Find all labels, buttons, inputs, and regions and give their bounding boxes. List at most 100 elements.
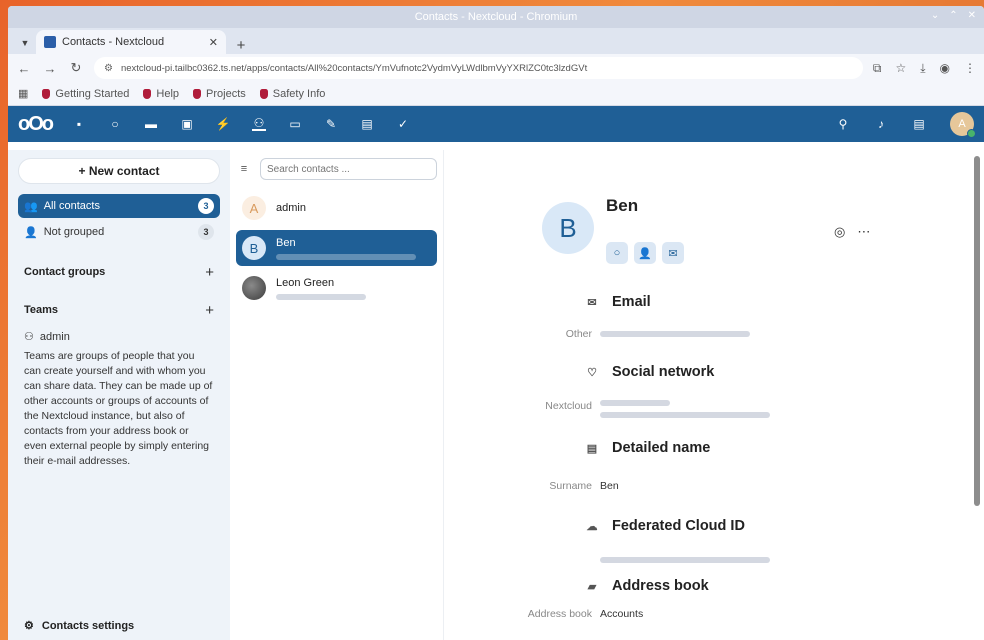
- contact-detail-avatar[interactable]: B: [542, 202, 594, 254]
- sidebar-item-label: All contacts: [43, 200, 100, 212]
- maximize-icon[interactable]: ⌃: [949, 10, 957, 21]
- blurred-cloud-id-value[interactable]: [600, 557, 770, 563]
- translate-icon[interactable]: ⧉: [873, 61, 882, 76]
- browser-window: Contacts - Nextcloud - Chromium ⌄ ⌃ ✕ ▼ …: [8, 6, 984, 640]
- contacts-app-icon[interactable]: ⚇: [252, 116, 266, 131]
- dashboard-icon[interactable]: ▪: [72, 117, 86, 131]
- new-tab-icon[interactable]: +: [230, 37, 252, 54]
- nextcloud-header: oOo ▪ ○ ▬ ▣ ⚡ ⚇ ▭ ✎ ▤ ✓ ⚲ ♪ ▤ A: [8, 106, 984, 142]
- address-book-value[interactable]: Accounts: [600, 608, 643, 620]
- blurred-email: [276, 253, 416, 260]
- mail-icon[interactable]: ✉: [662, 242, 684, 264]
- contact-item-leon-green[interactable]: Leon Green: [236, 270, 437, 306]
- apps-grid-icon[interactable]: ▦: [18, 87, 28, 100]
- contact-item-ben[interactable]: B Ben: [236, 230, 437, 266]
- group-icon: 👥: [24, 200, 38, 213]
- surname-value[interactable]: Ben: [600, 480, 619, 492]
- tab-contacts[interactable]: Contacts - Nextcloud ✕: [36, 30, 226, 54]
- blurred-line: [600, 412, 770, 418]
- bookmark-label: Projects: [206, 87, 246, 100]
- blurred-social-value[interactable]: [600, 400, 770, 418]
- raspberry-icon: [42, 88, 51, 99]
- notifications-icon[interactable]: ♪: [874, 117, 888, 131]
- activity-icon[interactable]: ⚡: [216, 117, 231, 131]
- blurred-email-value[interactable]: [600, 331, 750, 337]
- nextcloud-logo-icon[interactable]: oOo: [18, 113, 54, 136]
- close-tab-icon[interactable]: ✕: [209, 36, 218, 49]
- bookmark-help[interactable]: Help: [143, 88, 179, 100]
- tasks-icon[interactable]: ✓: [396, 117, 410, 131]
- add-team-icon[interactable]: +: [205, 302, 214, 319]
- download-icon[interactable]: ⤓: [920, 61, 925, 76]
- search-input[interactable]: [260, 158, 437, 180]
- deck-icon[interactable]: ▤: [360, 117, 374, 131]
- contact-detail-name[interactable]: Ben: [606, 196, 638, 216]
- add-group-icon[interactable]: +: [205, 264, 214, 281]
- field-label: Surname: [549, 480, 592, 492]
- close-window-icon[interactable]: ✕: [968, 10, 976, 21]
- talk-icon[interactable]: ○: [606, 242, 628, 264]
- forward-icon[interactable]: →: [42, 61, 58, 76]
- profile-icon[interactable]: 👤: [634, 242, 656, 264]
- menu-icon[interactable]: ⋮: [964, 61, 976, 76]
- contacts-menu-icon[interactable]: ▤: [912, 117, 926, 131]
- bookmark-projects[interactable]: Projects: [193, 88, 246, 100]
- photos-icon[interactable]: ▣: [180, 117, 194, 131]
- site-info-icon[interactable]: ⚙: [104, 63, 113, 74]
- contact-groups-section: Contact groups +: [18, 262, 220, 282]
- section-title: Teams: [24, 304, 59, 316]
- search-row: ≡: [236, 158, 437, 180]
- section-title: Detailed name: [612, 440, 711, 456]
- search-app-icon[interactable]: ○: [108, 117, 122, 131]
- url-text: nextcloud-pi.tailbc0362.ts.net/apps/cont…: [120, 62, 588, 74]
- section-title: Contact groups: [24, 266, 106, 278]
- bookmarks-bar: ▦ Getting Started Help Projects Safety I…: [8, 82, 984, 106]
- more-options-icon[interactable]: ⋯: [857, 224, 870, 240]
- section-title: Address book: [612, 578, 709, 594]
- title-bar: Contacts - Nextcloud - Chromium ⌄ ⌃ ✕: [8, 6, 984, 28]
- new-contact-button[interactable]: + New contact: [18, 158, 220, 184]
- profile-icon[interactable]: ◉: [940, 61, 950, 76]
- sidebar-item-not-grouped[interactable]: 👤 Not grouped 3: [18, 220, 220, 244]
- calendar-icon[interactable]: ▭: [288, 117, 302, 131]
- team-item-admin[interactable]: ⚇ admin: [18, 330, 220, 344]
- settings-label: Contacts settings: [41, 619, 135, 632]
- user-avatar[interactable]: A: [950, 112, 976, 138]
- bookmark-star-icon[interactable]: ☆: [895, 61, 906, 76]
- notes-icon[interactable]: ✎: [324, 117, 338, 131]
- window-title: Contacts - Nextcloud - Chromium: [414, 11, 578, 23]
- detail-scrollbar[interactable]: [974, 156, 980, 506]
- field-label: Nextcloud: [545, 400, 592, 412]
- id-card-icon: ▤: [586, 442, 598, 455]
- count-badge: 3: [198, 198, 214, 214]
- unified-search-icon[interactable]: ⚲: [836, 117, 850, 131]
- reload-icon[interactable]: ↻: [68, 60, 84, 76]
- raspberry-icon: [193, 88, 202, 99]
- field-label: Address book: [527, 608, 592, 620]
- url-bar[interactable]: ⚙ nextcloud-pi.tailbc0362.ts.net/apps/co…: [94, 57, 863, 79]
- bookmark-safety-info[interactable]: Safety Info: [259, 87, 326, 100]
- gear-icon: ⚙: [24, 620, 34, 632]
- files-icon[interactable]: ▬: [144, 117, 158, 131]
- back-icon[interactable]: ←: [16, 61, 32, 76]
- contacts-settings-button[interactable]: ⚙ Contacts settings: [24, 619, 135, 633]
- contact-item-admin[interactable]: A admin: [236, 190, 437, 226]
- bookmark-getting-started[interactable]: Getting Started: [42, 88, 129, 100]
- minimize-icon[interactable]: ⌄: [931, 10, 939, 21]
- tab-search-icon[interactable]: ▼: [14, 32, 36, 54]
- sidebar-item-all-contacts[interactable]: 👥 All contacts 3: [18, 194, 220, 218]
- detail-top-actions: ◎ ⋯: [834, 224, 870, 240]
- toggle-sidebar-icon[interactable]: ≡: [236, 163, 252, 175]
- social-section-header: ♡ Social network: [584, 364, 714, 380]
- contact-name: admin: [276, 202, 306, 214]
- bookmark-label: Safety Info: [272, 87, 326, 100]
- toolbar-icons: ⧉ ☆ ⤓ ◉ ⋮: [873, 61, 976, 76]
- email-row: Other: [444, 328, 750, 340]
- status-online-icon: [967, 129, 976, 138]
- header-right: ⚲ ♪ ▤ A: [836, 112, 976, 138]
- tab-strip: ▼ Contacts - Nextcloud ✕ +: [8, 28, 984, 54]
- team-label: admin: [39, 330, 70, 343]
- detailed-name-section-header: ▤ Detailed name: [584, 440, 711, 456]
- view-icon[interactable]: ◎: [834, 224, 845, 240]
- book-icon: ▰: [587, 580, 597, 593]
